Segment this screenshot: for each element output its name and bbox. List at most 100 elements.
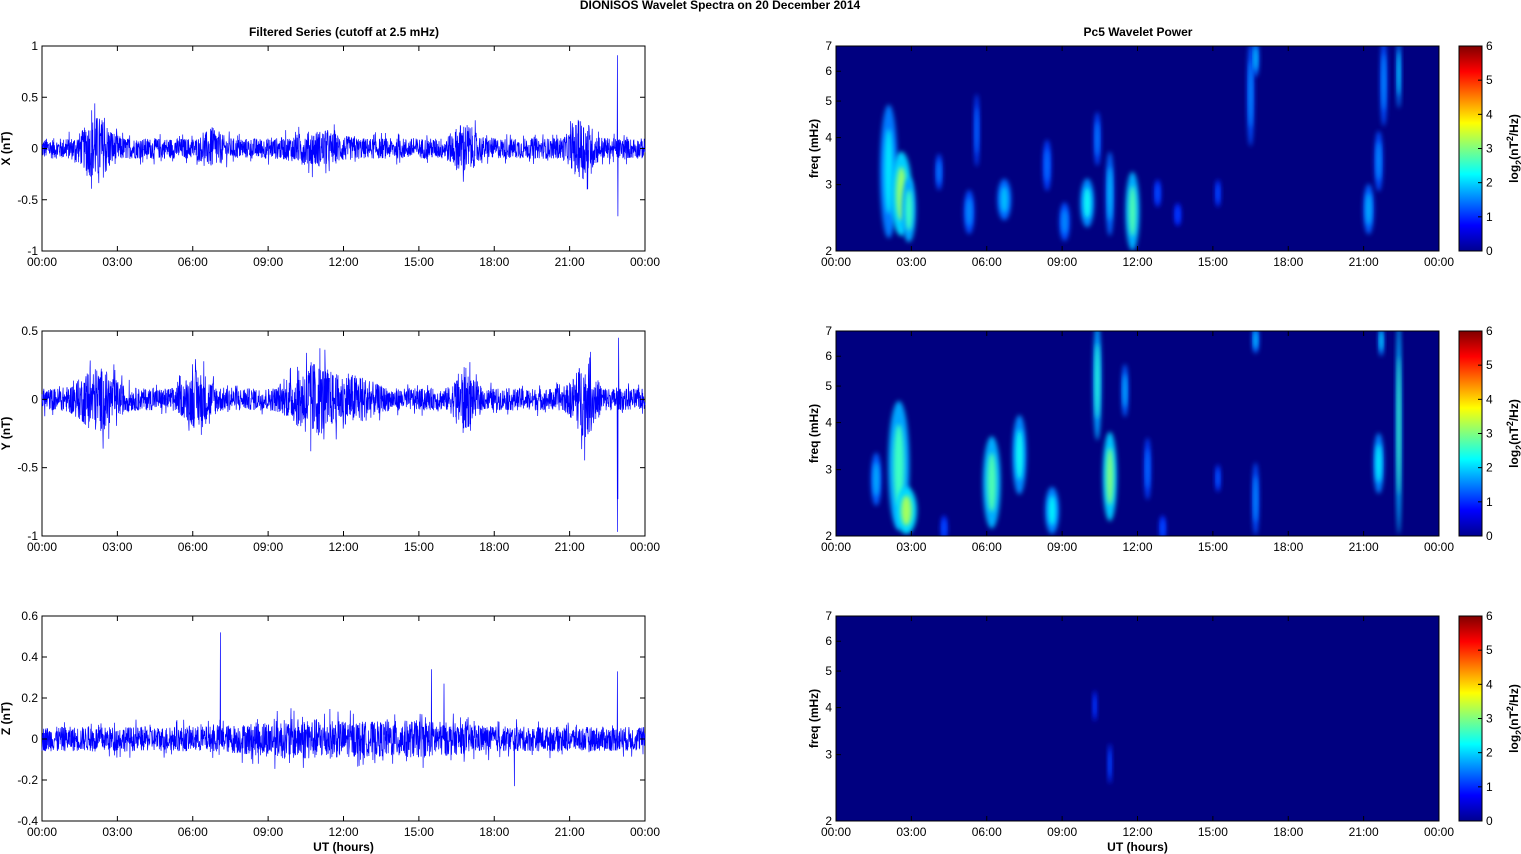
spectrum-1-colorbar-tick-label: 2 (1486, 461, 1493, 475)
spectrum-1-ytick-label: 7 (825, 324, 832, 338)
spectrum-0-xtick-label: 21:00 (1349, 255, 1379, 269)
spectrum-0-colorbar-tick-label: 6 (1486, 39, 1493, 53)
spectrum-1-xtick-label: 12:00 (1122, 540, 1152, 554)
series-1-xtick-label: 06:00 (178, 540, 208, 554)
series-2-xlabel: UT (hours) (313, 840, 374, 854)
spectrum-1-power-blob (1145, 448, 1150, 489)
series-1-xtick-label: 21:00 (555, 540, 585, 554)
spectrum-2-xtick-label: 15:00 (1198, 825, 1228, 839)
spectrum-1-power-blob (1376, 444, 1382, 483)
spectrum-2-ytick-label: 7 (825, 609, 832, 623)
spectrum-1-power-blob (1160, 519, 1165, 536)
spectrum-0-xtick-label: 00:00 (821, 255, 851, 269)
series-0-xtick-label: 21:00 (555, 255, 585, 269)
series-2-xtick-label: 12:00 (328, 825, 358, 839)
spectrum-0-ylabel: freq (mHz) (807, 119, 821, 178)
series-2-xtick-label: 18:00 (479, 825, 509, 839)
spectrum-1-power-blob (901, 495, 912, 526)
series-1-xtick-label: 00:00 (630, 540, 660, 554)
spectrum-2-colorbar-tick-label: 2 (1486, 746, 1493, 760)
spectrum-1-power-blob (1253, 331, 1258, 349)
series-1-ytick-label: -0.5 (17, 461, 38, 475)
spectrum-0-xtick-label: 15:00 (1198, 255, 1228, 269)
spectrum-2-ytick-label: 6 (825, 634, 832, 648)
figure: DIONISOS Wavelet Spectra on 20 December … (0, 0, 1521, 854)
spectrum-1-power-blob (1379, 331, 1383, 351)
series-1-ylabel: Y (nT) (0, 417, 13, 451)
spectrum-1-power-blob (1095, 343, 1100, 419)
series-2-ytick-label: 0.4 (21, 650, 38, 664)
spectrum-0-colorbar-tick-label: 1 (1486, 210, 1493, 224)
spectrum-1-xtick-label: 09:00 (1047, 540, 1077, 554)
spectrum-0-power-blob (966, 197, 972, 227)
spectrum-1-xtick-label: 00:00 (821, 540, 851, 554)
spectrum-0-ytick-label: 4 (825, 131, 832, 145)
spectrum-2-colorbar-tick-label: 5 (1486, 643, 1493, 657)
series-0-ytick-label: 0 (31, 142, 38, 156)
spectrum-0-colorbar-label: log2(nT2/Hz) (1505, 114, 1521, 183)
spectrum-0-power-blob (937, 160, 941, 184)
figure-title: DIONISOS Wavelet Spectra on 20 December … (580, 0, 861, 12)
spectrum-0-colorbar-tick-label: 2 (1486, 176, 1493, 190)
spectrum-1-colorbar-tick-label: 4 (1486, 392, 1493, 406)
right-column-title: Pc5 Wavelet Power (1084, 25, 1193, 39)
spectrum-2-ytick-label: 5 (825, 664, 832, 678)
spectrum-2-xtick-label: 00:00 (821, 825, 851, 839)
spectrum-2-xtick-label: 03:00 (896, 825, 926, 839)
series-0-xtick-label: 12:00 (328, 255, 358, 269)
spectrum-0-colorbar-tick-label: 0 (1486, 244, 1493, 258)
spectrum-0-power-blob (1366, 193, 1372, 226)
spectrum-1-power-blob (873, 462, 879, 497)
series-1-xtick-label: 00:00 (27, 540, 57, 554)
spectrum-1-ytick-label: 3 (825, 463, 832, 477)
spectrum-1-power-blob (1397, 356, 1401, 495)
series-1-xtick-label: 03:00 (102, 540, 132, 554)
series-2-xtick-label: 03:00 (102, 825, 132, 839)
spectrum-1-colorbar-tick-label: 6 (1486, 324, 1493, 338)
spectrum-1-power-blob (1253, 475, 1258, 523)
spectrum-0-power-blob (1155, 184, 1160, 203)
spectrum-0-ytick-label: 5 (825, 94, 832, 108)
spectrum-2-xtick-label: 12:00 (1122, 825, 1152, 839)
spectrum-0-power-blob (1216, 184, 1220, 203)
spectrum-0-ytick-label: 7 (825, 39, 832, 53)
spectrum-0-power-blob (905, 189, 913, 231)
spectrum-0-power-blob (1000, 186, 1008, 213)
spectrum-1-xtick-label: 00:00 (1424, 540, 1454, 554)
spectrum-0-power-blob (1397, 51, 1401, 96)
spectrum-1-xtick-label: 18:00 (1273, 540, 1303, 554)
spectrum-2-xtick-label: 18:00 (1273, 825, 1303, 839)
spectrum-0-power-blob (1381, 54, 1386, 111)
series-0-ytick-label: 0.5 (21, 90, 38, 104)
spectrum-1-power-blob (1123, 373, 1127, 408)
spectrum-1-power-blob (1216, 469, 1220, 488)
spectrum-2-colorbar-label: log2(nT2/Hz) (1505, 684, 1521, 753)
series-2-plot-area (41, 615, 646, 822)
spectrum-2-colorbar-tick-label: 4 (1486, 677, 1493, 691)
spectrum-2-plot-area (836, 616, 1439, 821)
series-2-xtick-label: 09:00 (253, 825, 283, 839)
spectrum-0-power-blob (1044, 148, 1050, 182)
spectrum-1-xtick-label: 03:00 (896, 540, 926, 554)
spectrum-2-ytick-label: 3 (825, 748, 832, 762)
series-1-xtick-label: 18:00 (479, 540, 509, 554)
spectrum-1-plot-area (836, 331, 1439, 536)
spectrum-1-ytick-label: 4 (825, 416, 832, 430)
series-0-xtick-label: 00:00 (630, 255, 660, 269)
series-0-xtick-label: 03:00 (102, 255, 132, 269)
spectrum-1-xtick-label: 21:00 (1349, 540, 1379, 554)
series-0-ytick-label: 1 (31, 39, 38, 53)
spectrum-2-xtick-label: 09:00 (1047, 825, 1077, 839)
spectrum-2-power-blob (1108, 750, 1111, 777)
spectrum-0-colorbar-tick-label: 5 (1486, 73, 1493, 87)
spectrum-1-power-blob (987, 453, 997, 512)
spectrum-0-ytick-label: 3 (825, 178, 832, 192)
spectrum-1-power-blob (1106, 448, 1114, 505)
spectrum-2-power-blob (1093, 695, 1096, 716)
series-1-xtick-label: 12:00 (328, 540, 358, 554)
spectrum-0-xtick-label: 12:00 (1122, 255, 1152, 269)
series-2-ytick-label: 0.6 (21, 609, 38, 623)
spectrum-0-xtick-label: 03:00 (896, 255, 926, 269)
series-2-xtick-label: 06:00 (178, 825, 208, 839)
series-2-xtick-label: 15:00 (404, 825, 434, 839)
